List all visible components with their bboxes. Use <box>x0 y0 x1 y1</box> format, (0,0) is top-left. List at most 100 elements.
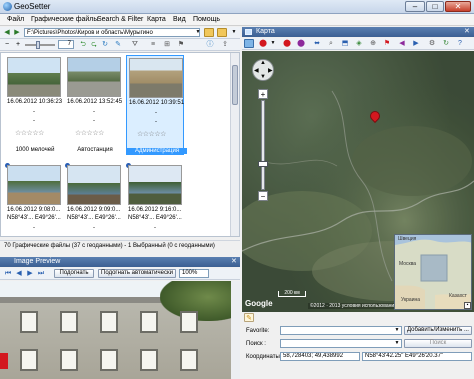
path-dropdown-icon[interactable]: ▼ <box>193 28 203 37</box>
add-favorite-button[interactable]: Добавить/Изменить ... <box>404 326 472 335</box>
thumbnail-item[interactable]: 16.06.2012 9:08:0... N58°43'... E49°26'.… <box>5 163 63 236</box>
menu-search-filter[interactable]: Search & Filter <box>94 15 146 25</box>
map-view-icon[interactable] <box>244 39 254 48</box>
select-icon[interactable]: ⊞ <box>162 40 172 49</box>
search-label: Поиск : <box>246 341 266 347</box>
first-icon[interactable]: ⏮ <box>3 269 13 278</box>
folder-icon[interactable] <box>204 28 214 37</box>
overview-map[interactable]: Швеция Москва Украина Казахст ▪ <box>394 234 472 310</box>
next-location-icon[interactable]: ▶ <box>411 39 421 48</box>
rating-stars[interactable]: ☆☆☆☆☆ <box>137 130 166 138</box>
layer-icon[interactable]: ◈ <box>354 39 364 48</box>
map-view[interactable]: ▲ ◀ ▶ ▼ + − Google 200 км ©2012 · 2013 у… <box>242 51 474 312</box>
fit-auto-button[interactable]: Подогнать автоматически <box>98 269 176 278</box>
pan-control[interactable]: ▲ ◀ ▶ ▼ <box>252 59 274 81</box>
open-folder-icon[interactable] <box>217 28 227 37</box>
pin-icon[interactable]: ⬤ <box>258 39 268 48</box>
tag-icon[interactable]: ⚑ <box>176 40 186 49</box>
coords-dms-field[interactable]: N58°43'42.25" E49°26'20.37" <box>362 352 472 361</box>
track-icon[interactable]: ⬌ <box>312 39 322 48</box>
coords-decimal-field[interactable]: 58,728403; 49,438992 <box>280 352 360 361</box>
thumbnail-item[interactable]: 16.06.2012 13:52:45 - - ☆☆☆☆☆ Автостанци… <box>65 55 123 155</box>
zoom-out-map-button[interactable]: − <box>258 191 268 201</box>
menu-file[interactable]: Файл <box>4 15 27 25</box>
search-field[interactable] <box>280 339 402 348</box>
thumbnail-item[interactable]: 16.06.2012 9:16:0... N58°43'... E49°26'.… <box>126 163 184 236</box>
map-help-icon[interactable]: ? <box>455 39 465 48</box>
export-icon[interactable]: ⇪ <box>220 40 230 49</box>
map-settings-icon[interactable]: ⚙ <box>427 39 437 48</box>
close-map-icon[interactable]: ✕ <box>464 27 470 37</box>
path-input[interactable]: F:\Pictures\Photos\Киров и область\Мурыг… <box>24 28 200 37</box>
thumbnail-size-slider[interactable] <box>25 44 55 46</box>
thumbnail-scrollbar[interactable] <box>230 53 239 236</box>
slider-handle[interactable] <box>36 41 40 49</box>
status-text: 70 Графические файлы (37 с геоданными) -… <box>4 243 215 249</box>
favorite-dropdown-icon[interactable]: ▼ <box>392 326 402 335</box>
rating-stars[interactable]: ☆☆☆☆☆ <box>15 129 44 137</box>
back-icon[interactable]: ◀ <box>2 28 12 37</box>
map-title: Карта <box>256 28 275 35</box>
close-panel-icon[interactable]: ✕ <box>231 257 237 267</box>
next-icon[interactable]: ▶ <box>25 269 35 278</box>
last-icon[interactable]: ⏭ <box>36 269 46 278</box>
image-preview-header: Image Preview ✕ <box>0 257 240 267</box>
preview-zoom-field[interactable]: 100% <box>179 269 209 278</box>
refresh-icon[interactable]: ↻ <box>100 40 110 49</box>
pan-right-icon[interactable]: ▶ <box>268 67 273 74</box>
edit-pencil-icon[interactable]: ✎ <box>244 313 254 322</box>
favorite-field[interactable] <box>280 326 402 335</box>
filter-icon[interactable]: ⛛ <box>130 40 140 49</box>
search-button[interactable]: Поиск <box>404 339 472 348</box>
zoom-out-icon[interactable]: − <box>2 40 12 49</box>
zoom-slider-track[interactable] <box>261 100 265 190</box>
zoom-in-icon[interactable]: + <box>13 40 23 49</box>
zoom-in-map-button[interactable]: + <box>258 89 268 99</box>
scrollbar-thumb[interactable] <box>232 65 238 105</box>
minimap-close-icon[interactable]: ▪ <box>464 302 471 309</box>
forward-icon[interactable]: ▶ <box>12 28 22 37</box>
zoom-slider-handle[interactable] <box>258 161 268 167</box>
measure-icon[interactable]: ⊕ <box>368 39 378 48</box>
pin-remove-icon[interactable]: ⬤ <box>296 39 306 48</box>
prev-location-icon[interactable]: ◀ <box>397 39 407 48</box>
prev-icon[interactable]: ◀ <box>14 269 24 278</box>
flag-icon[interactable]: ⚑ <box>382 39 392 48</box>
minimize-button[interactable]: – <box>405 1 425 12</box>
save-position-icon[interactable]: ⬒ <box>340 39 350 48</box>
thumbnail-grid: 16.06.2012 10:36:23 - - ☆☆☆☆☆ 1000 мелоч… <box>0 52 240 237</box>
menu-images[interactable]: Графические файлы <box>28 15 101 25</box>
menu-help[interactable]: Помощь <box>190 15 223 25</box>
map-copyright[interactable]: ©2012 · 2013 условия использования <box>308 303 399 309</box>
preview-toolbar: ⏮ ◀ ▶ ⏭ Подогнать Подогнать автоматическ… <box>0 268 240 280</box>
pan-down-icon[interactable]: ▼ <box>260 74 266 80</box>
green-arrow-right-icon[interactable]: ⮎ <box>89 40 99 49</box>
pan-up-icon[interactable]: ▲ <box>260 60 266 66</box>
sort-icon[interactable]: ≡ <box>148 40 158 49</box>
rating-stars[interactable]: ☆☆☆☆☆ <box>75 129 104 137</box>
favorite-label: Favorite: <box>246 328 270 334</box>
fit-button[interactable]: Подогнать <box>54 269 94 278</box>
preview-scrollbar[interactable] <box>231 281 240 379</box>
thumbnail-item-selected[interactable]: 16.06.2012 10:39:51 - - ☆☆☆☆☆ Администра… <box>126 55 187 155</box>
zoom-value-field[interactable]: 7 <box>58 40 74 49</box>
preview-window <box>180 349 198 371</box>
maximize-button[interactable]: □ <box>426 1 444 12</box>
search-map-icon[interactable]: ⌕ <box>326 39 336 48</box>
map-refresh-icon[interactable]: ↻ <box>441 39 451 48</box>
thumbnail-item[interactable]: 16.06.2012 9:09:0... N58°43'... E49°26'.… <box>65 163 123 236</box>
thumbnail-date: 16.06.2012 10:36:23 <box>7 99 63 105</box>
thumbnail-item[interactable]: 16.06.2012 10:36:23 - - ☆☆☆☆☆ 1000 мелоч… <box>5 55 63 155</box>
pan-left-icon[interactable]: ◀ <box>254 67 259 74</box>
pin-add-icon[interactable]: ⬤ <box>282 39 292 48</box>
menu-map[interactable]: Карта <box>144 15 169 25</box>
menu-view[interactable]: Вид <box>170 15 189 25</box>
coords-decimal-value: 58,728403; 49,438992 <box>283 353 344 359</box>
info-icon[interactable]: ⓘ <box>205 40 215 49</box>
dropdown-icon[interactable]: ▼ <box>229 28 239 37</box>
dropdown-arrow-icon[interactable]: ▼ <box>268 39 278 48</box>
close-button[interactable]: ✕ <box>445 1 471 12</box>
edit-icon[interactable]: ✎ <box>113 40 123 49</box>
green-arrow-left-icon[interactable]: ⮌ <box>78 40 88 49</box>
search-dropdown-icon[interactable]: ▼ <box>392 339 402 348</box>
